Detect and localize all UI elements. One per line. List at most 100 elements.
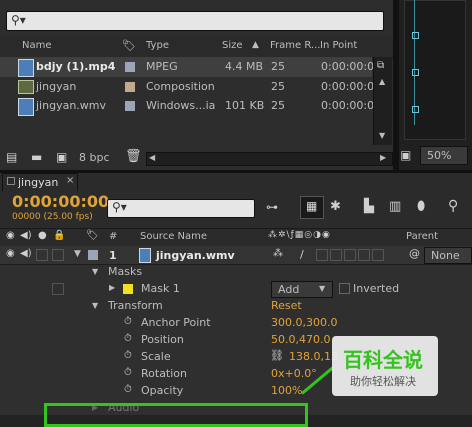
checkbox-box[interactable] [52, 283, 64, 295]
draft-3d-button[interactable]: ▦ [300, 196, 324, 219]
zoom-magnifier-icon[interactable]: ⚲ [448, 198, 458, 214]
region-of-interest-icon[interactable]: ▣ [400, 148, 411, 162]
composition-mini-flowchart-icon[interactable]: ⊶ [266, 200, 278, 214]
switch-box[interactable] [330, 249, 342, 261]
column-number: # [109, 231, 118, 242]
video-file-icon [18, 59, 34, 77]
frame-blending-icon[interactable]: ▙ [364, 199, 374, 214]
item-name: bdjy (1).mp4 [36, 60, 116, 73]
scroll-up-icon[interactable]: ▲ [379, 77, 385, 86]
new-composition-icon[interactable]: ▣ [56, 150, 67, 164]
scroll-right-icon[interactable]: ▶ [380, 153, 386, 162]
mask-color-swatch[interactable] [123, 284, 133, 294]
switch-box[interactable] [358, 249, 370, 261]
new-folder-icon[interactable]: ▬ [31, 150, 42, 164]
stopwatch-icon[interactable]: ⏱ [124, 316, 132, 327]
masks-label[interactable]: Masks [108, 265, 142, 278]
timeline-search-field[interactable]: ⚲▾ [107, 199, 255, 218]
graph-editor-icon[interactable]: ⬮ [417, 199, 425, 214]
bit-depth-button[interactable]: 8 bpc [79, 151, 110, 164]
opacity-value[interactable]: 100% [271, 384, 302, 397]
switch-box[interactable] [316, 249, 328, 261]
visibility-eye-icon[interactable]: ◉ [6, 230, 15, 241]
inverted-checkbox[interactable] [339, 283, 350, 294]
stopwatch-icon[interactable]: ⏱ [124, 367, 132, 378]
draft-3d-icon: ▦ [306, 199, 318, 213]
lock-box[interactable] [52, 249, 64, 261]
timecode[interactable]: 0:00:00:00 [12, 192, 109, 211]
item-type: Composition [146, 80, 215, 93]
search-icon: ⚲▾ [11, 13, 26, 27]
item-name: jingyan [36, 80, 77, 93]
zoom-dropdown[interactable]: 50% [420, 146, 468, 165]
opacity-label: Opacity [141, 384, 184, 397]
expand-triangle-icon[interactable]: ▼ [92, 301, 98, 310]
transform-label[interactable]: Transform [108, 299, 163, 312]
column-source-name[interactable]: Source Name [140, 231, 207, 242]
parent-value: None [431, 249, 460, 262]
visibility-eye-icon[interactable]: ◉ [6, 248, 15, 259]
item-type: Windows...ia [146, 99, 216, 112]
position-value[interactable]: 50.0,470.0 [271, 333, 330, 346]
viewer-handle[interactable] [412, 32, 419, 39]
project-hscrollbar[interactable]: ◀ ▶ [146, 152, 393, 166]
layer-name[interactable]: jingyan.wmv [156, 249, 235, 262]
mask1-label[interactable]: Mask 1 [141, 282, 180, 295]
item-fps: 25 [271, 80, 285, 93]
project-scrollbar[interactable]: ⧉ ▲ ▼ [373, 57, 392, 145]
mask-mode-dropdown[interactable]: Add ▼ [271, 281, 333, 298]
item-type: MPEG [146, 60, 178, 73]
item-size: 101 KB [225, 99, 265, 112]
label-tag-icon[interactable]: 🏷 [86, 230, 99, 241]
rotation-label: Rotation [141, 367, 188, 380]
column-type[interactable]: Type [146, 40, 169, 51]
pick-whip-icon[interactable]: @ [409, 247, 420, 260]
flowchart-icon[interactable]: ⧉ [377, 60, 384, 71]
quality-slash-icon[interactable]: / [300, 248, 304, 261]
inverted-label: Inverted [353, 282, 400, 295]
stopwatch-icon[interactable]: ⏱ [124, 350, 132, 361]
label-swatch[interactable] [88, 250, 98, 260]
audio-icon[interactable]: ◀) [20, 248, 32, 259]
column-name[interactable]: Name [22, 40, 52, 51]
constrain-link-icon[interactable]: ⛓ [270, 349, 284, 362]
label-tag-icon[interactable]: 🏷 [122, 39, 136, 52]
hide-shy-layers-icon[interactable]: ✱ [330, 199, 341, 214]
trash-icon[interactable]: 🗑 [125, 149, 142, 164]
project-search-field[interactable]: ⚲▾ [6, 11, 384, 31]
audio-icon[interactable]: ◀) [20, 230, 32, 241]
scroll-left-icon[interactable]: ◀ [149, 153, 155, 162]
column-in-point[interactable]: In Point [320, 40, 357, 51]
solo-box[interactable] [36, 249, 48, 261]
switch-box[interactable] [344, 249, 356, 261]
column-parent[interactable]: Parent [406, 231, 438, 242]
solo-icon[interactable]: ● [38, 230, 47, 241]
parent-dropdown[interactable]: None [424, 247, 472, 264]
label-swatch [125, 101, 135, 111]
motion-blur-icon[interactable]: ▥ [389, 199, 401, 214]
layer-row[interactable] [0, 246, 472, 265]
lock-icon[interactable]: 🔒 [53, 230, 65, 241]
viewer-handle[interactable] [412, 106, 419, 113]
close-icon[interactable]: × [66, 175, 74, 186]
rotation-value[interactable]: 0x+0.0° [271, 367, 317, 380]
tab-jingyan[interactable]: jingyan × [2, 173, 78, 191]
viewer-handle[interactable] [412, 69, 419, 76]
switch-box[interactable] [372, 249, 384, 261]
scroll-down-icon[interactable]: ▼ [379, 131, 385, 140]
stopwatch-icon[interactable]: ⏱ [124, 384, 132, 395]
reset-link[interactable]: Reset [271, 299, 302, 312]
interpret-footage-icon[interactable]: ▤ [6, 150, 17, 164]
anchor-point-value[interactable]: 300.0,300.0 [271, 316, 337, 329]
shy-icon[interactable]: ⁂ [273, 248, 283, 259]
expand-triangle-icon[interactable]: ▼ [92, 267, 98, 276]
switches-icons[interactable]: ⁂✲\ƒ▦◎◑◉ [268, 230, 331, 240]
expand-triangle-icon[interactable]: ▼ [74, 249, 81, 259]
zoom-value: 50% [427, 149, 452, 162]
scale-value[interactable]: 138.0,13 [289, 350, 338, 363]
stopwatch-icon[interactable]: ⏱ [124, 333, 132, 344]
item-fps: 25 [271, 60, 285, 73]
collapse-triangle-icon[interactable]: ▶ [109, 283, 115, 292]
column-frame-rate[interactable]: Frame R... [270, 40, 320, 51]
column-size[interactable]: Size [222, 40, 243, 51]
